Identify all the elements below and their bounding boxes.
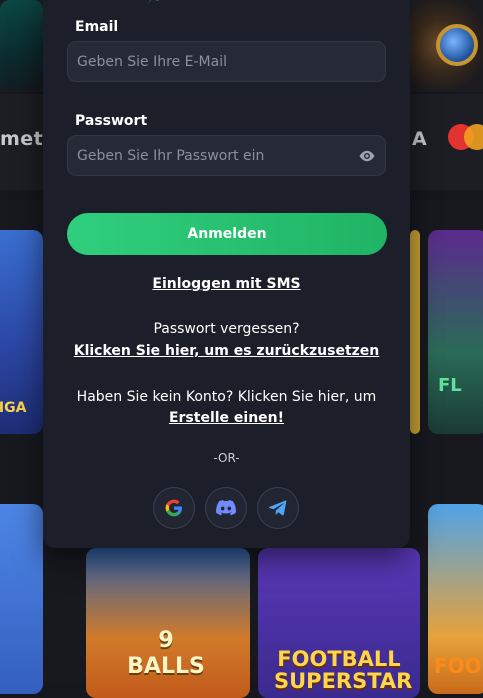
create-account-link[interactable]: Erstelle einen! <box>169 410 284 426</box>
game-title: FOO <box>434 654 482 678</box>
discord-login-button[interactable] <box>205 487 247 529</box>
game-title: FOOTBALL SUPERSTAR <box>274 647 413 693</box>
password-field[interactable] <box>68 136 385 175</box>
orb-icon <box>436 24 478 66</box>
logo-icon <box>147 0 159 5</box>
game-tile-top-right[interactable] <box>410 0 483 90</box>
payment-logo-text: A <box>412 128 427 150</box>
reset-password-link[interactable]: Klicken Sie hier, um es zurückzusetzen <box>74 343 380 359</box>
game-title: 9 BALLS <box>127 628 205 679</box>
email-field-wrapper <box>67 41 386 82</box>
telegram-login-button[interactable] <box>257 487 299 529</box>
password-label: Passwort <box>75 113 148 129</box>
telegram-icon <box>269 500 287 516</box>
email-field[interactable] <box>68 42 385 81</box>
game-tile-top-left[interactable] <box>0 0 43 90</box>
game-title: LIGA <box>0 400 27 416</box>
game-tile-football-superstar[interactable]: FOOTBALL SUPERSTAR <box>258 548 420 698</box>
password-field-wrapper <box>67 135 386 176</box>
forgot-password-text: Passwort vergessen? <box>153 321 300 337</box>
login-button[interactable]: Anmelden <box>67 213 387 255</box>
discord-icon <box>216 500 236 516</box>
google-icon <box>165 499 182 517</box>
google-login-button[interactable] <box>153 487 195 529</box>
mastercard-icon-secondary <box>464 124 483 150</box>
game-title: FL <box>438 375 462 396</box>
eye-icon[interactable] <box>358 148 376 164</box>
game-tile-liga[interactable]: LIGA <box>0 230 43 434</box>
game-tile-partial[interactable] <box>410 230 420 434</box>
game-tile-bottom-left[interactable] <box>0 504 43 694</box>
or-divider: -OR- <box>213 451 240 465</box>
login-modal: Email Passwort Anmelden Einloggen mit SM… <box>43 0 410 548</box>
game-tile-fl[interactable]: FL <box>428 230 483 434</box>
sms-login-link[interactable]: Einloggen mit SMS <box>152 276 300 292</box>
game-tile-9-balls[interactable]: 9 BALLS <box>86 548 250 698</box>
game-tile-foo[interactable]: FOO <box>428 504 483 694</box>
email-label: Email <box>75 19 119 35</box>
no-account-text: Haben Sie kein Konto? Klicken Sie hier, … <box>76 389 377 405</box>
